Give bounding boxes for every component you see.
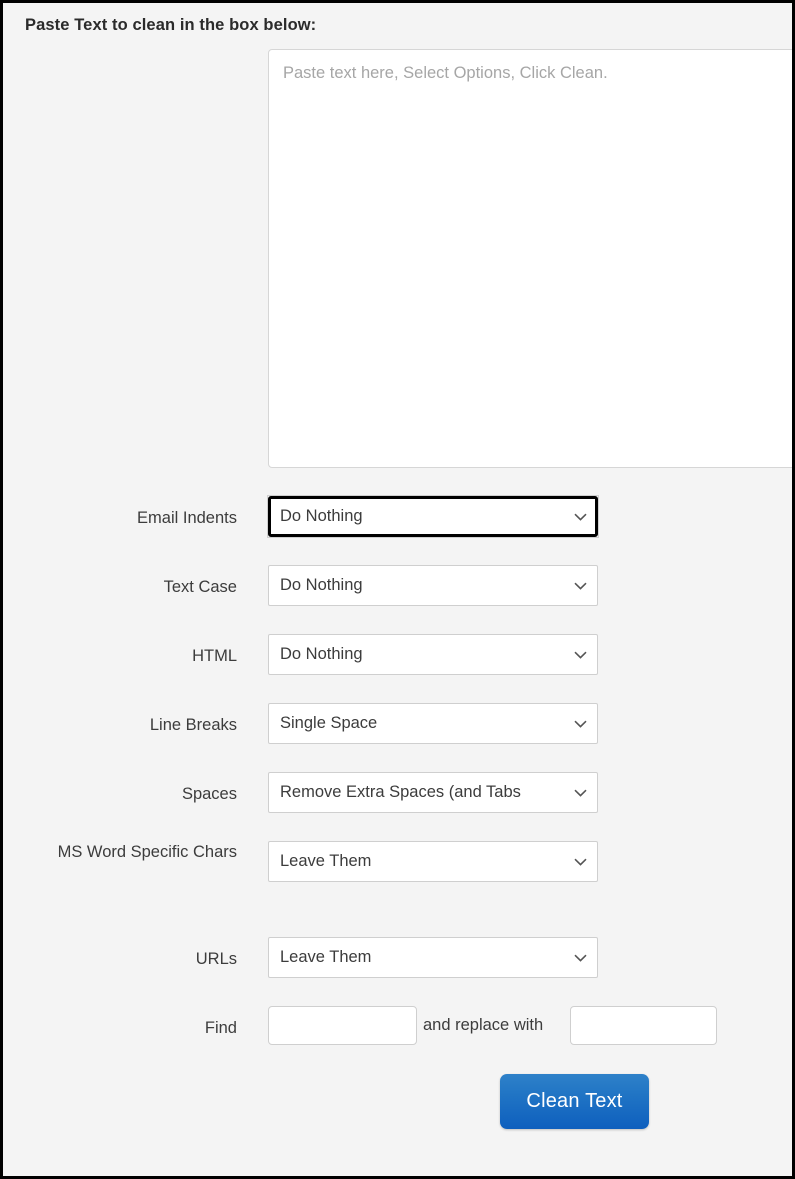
label-find: Find	[204, 1019, 237, 1037]
find-replace-row: Find and replace with	[3, 1003, 792, 1077]
select-ms-word-specific-chars[interactable]: Leave Them	[268, 841, 598, 882]
option-row-spaces: Spaces Remove Extra Spaces (and Tabs	[3, 769, 792, 838]
select-wrapper-spaces: Remove Extra Spaces (and Tabs	[268, 772, 598, 813]
option-row-email-indents: Email Indents Do Nothing	[3, 493, 792, 562]
label-html: HTML	[192, 647, 237, 665]
text-cleaner-window: Paste Text to clean in the box below: Em…	[0, 0, 795, 1179]
select-text-case[interactable]: Do Nothing	[268, 565, 598, 606]
option-row-ms-word-specific-chars: MS Word Specific Chars Leave Them	[3, 838, 792, 907]
option-row-html: HTML Do Nothing	[3, 631, 792, 700]
select-wrapper-ms-word-specific-chars: Leave Them	[268, 841, 598, 882]
label-text-case: Text Case	[163, 578, 237, 596]
select-wrapper-email-indents: Do Nothing	[267, 495, 599, 538]
row-spacer	[3, 907, 792, 934]
label-line-breaks: Line Breaks	[149, 716, 237, 734]
page-title: Paste Text to clean in the box below:	[25, 16, 317, 34]
label-ms-word-specific-chars: MS Word Specific Chars	[57, 843, 237, 861]
select-spaces[interactable]: Remove Extra Spaces (and Tabs	[268, 772, 598, 813]
select-wrapper-text-case: Do Nothing	[268, 565, 598, 606]
select-html[interactable]: Do Nothing	[268, 634, 598, 675]
and-replace-with-label: and replace with	[423, 1016, 544, 1034]
paste-text-area[interactable]	[268, 49, 792, 468]
select-urls[interactable]: Leave Them	[268, 937, 598, 978]
paste-text-area-wrapper	[268, 49, 792, 468]
option-row-line-breaks: Line Breaks Single Space	[3, 700, 792, 769]
options-form: Email Indents Do Nothing Text Case Do No…	[3, 493, 792, 1077]
select-line-breaks[interactable]: Single Space	[268, 703, 598, 744]
clean-text-button[interactable]: Clean Text	[500, 1074, 649, 1129]
option-row-text-case: Text Case Do Nothing	[3, 562, 792, 631]
find-input[interactable]	[268, 1006, 417, 1045]
submit-area: Clean Text	[3, 1074, 792, 1134]
label-spaces: Spaces	[181, 785, 237, 803]
replace-input[interactable]	[570, 1006, 717, 1045]
label-email-indents: Email Indents	[137, 509, 237, 527]
select-email-indents[interactable]: Do Nothing	[268, 496, 598, 537]
select-wrapper-line-breaks: Single Space	[268, 703, 598, 744]
select-wrapper-urls: Leave Them	[268, 937, 598, 978]
select-wrapper-html: Do Nothing	[268, 634, 598, 675]
label-urls: URLs	[195, 950, 237, 968]
option-row-urls: URLs Leave Them	[3, 934, 792, 1003]
